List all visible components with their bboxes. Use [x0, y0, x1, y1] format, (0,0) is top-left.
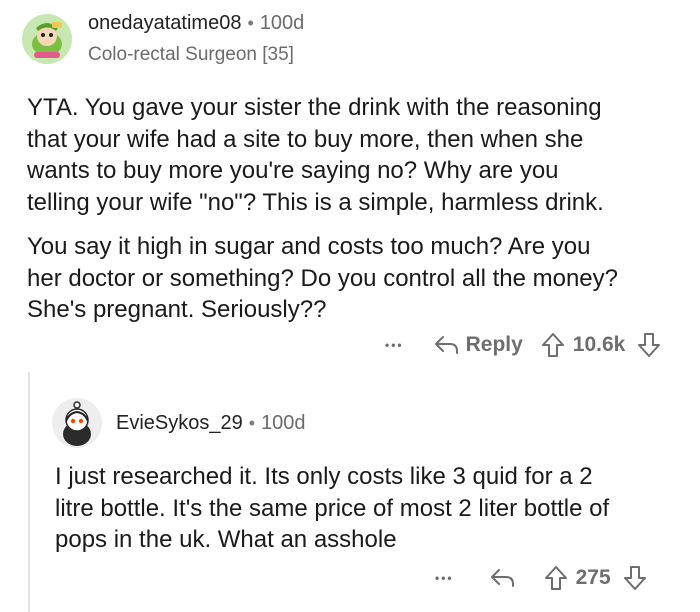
- username[interactable]: EvieSykos_29: [116, 412, 243, 435]
- comment-age: 100d: [259, 12, 305, 34]
- separator-dot: •: [248, 413, 256, 433]
- upvote-icon[interactable]: [544, 565, 568, 591]
- comment-actions: ••• 275: [435, 563, 647, 593]
- text-line: litre bottle. It's the same price of mos…: [55, 494, 610, 522]
- reply-arrow-icon[interactable]: [490, 567, 516, 589]
- comment-paragraph-1: YTA. You gave your sister the drink with…: [27, 92, 604, 218]
- vote-score: 275: [575, 566, 611, 589]
- comment-header: EvieSykos_29 • 100d: [116, 412, 306, 435]
- avatar-snoo-dark: [52, 398, 102, 448]
- text-line: You say it high in sugar and costs too m…: [27, 233, 591, 260]
- comment-actions: ••• Reply 10.6k: [385, 330, 661, 360]
- more-options-icon[interactable]: •••: [435, 571, 454, 585]
- text-line: that your wife had a site to buy more, t…: [27, 125, 584, 153]
- text-line: I just researched it. Its only costs lik…: [55, 463, 593, 490]
- text-line: YTA. You gave your sister the drink with…: [27, 94, 602, 121]
- reply-button[interactable]: Reply: [434, 333, 523, 357]
- text-line: She's pregnant. Seriously??: [27, 296, 327, 323]
- reply-arrow-icon: [434, 336, 458, 354]
- text-line: telling your wife "no"? This is a simple…: [27, 188, 604, 216]
- avatar-eviesykos29[interactable]: [52, 398, 102, 448]
- downvote-icon[interactable]: [623, 565, 647, 591]
- username[interactable]: onedayatatime08: [88, 12, 241, 35]
- comment-paragraph-2: You say it high in sugar and costs too m…: [27, 231, 618, 326]
- downvote-icon[interactable]: [637, 332, 661, 358]
- avatar-snoo-green: [22, 14, 72, 64]
- comment-age: 100d: [261, 412, 306, 434]
- user-flair: Colo-rectal Surgeon [35]: [88, 44, 294, 65]
- thread-line[interactable]: [28, 372, 30, 612]
- comment-body: I just researched it. Its only costs lik…: [55, 461, 609, 556]
- comment-header: onedayatatime08 • 100d: [88, 12, 304, 35]
- text-line: pops in the uk. What an asshole: [55, 526, 397, 553]
- avatar-onedayatatime08[interactable]: [22, 14, 72, 64]
- reply-label: Reply: [465, 333, 523, 356]
- text-line: her doctor or something? Do you control …: [27, 264, 618, 292]
- vote-score: 10.6k: [572, 333, 626, 356]
- more-options-icon[interactable]: •••: [385, 338, 404, 352]
- text-line: wants to buy more you're saying no? Why …: [27, 157, 559, 184]
- separator-dot: •: [247, 13, 254, 33]
- upvote-icon[interactable]: [541, 332, 565, 358]
